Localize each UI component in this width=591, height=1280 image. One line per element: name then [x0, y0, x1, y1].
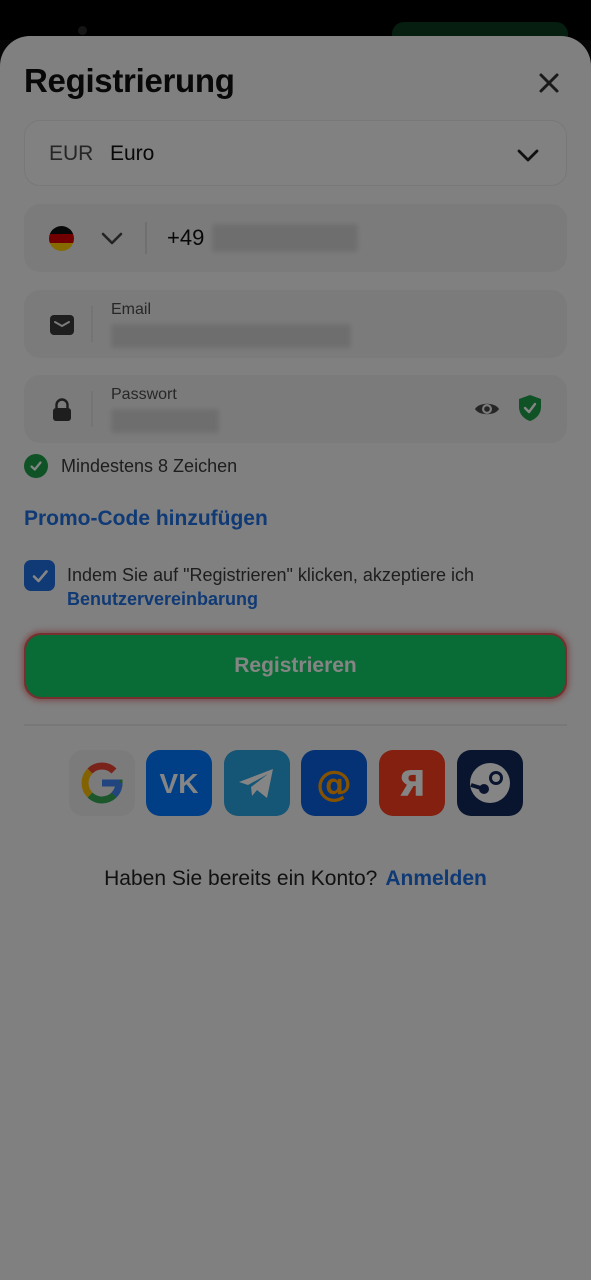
svg-text:Я: Я [398, 764, 426, 805]
register-button-label: Registrieren [234, 654, 357, 677]
terms-text: Indem Sie auf "Registrieren" klicken, ak… [67, 565, 474, 585]
close-icon [539, 73, 559, 93]
promo-code-link[interactable]: Promo-Code hinzufügen [24, 507, 268, 531]
country-chevron-down-icon[interactable] [98, 224, 126, 252]
login-prompt: Haben Sie bereits ein Konto? Anmelden [0, 867, 591, 891]
password-field[interactable]: Passwort [24, 375, 567, 443]
yandex-login-button[interactable]: Я [379, 750, 445, 816]
divider [91, 391, 93, 427]
steam-login-button[interactable] [457, 750, 523, 816]
google-login-button[interactable] [69, 750, 135, 816]
register-button[interactable]: Registrieren [24, 633, 567, 699]
mail-icon [50, 315, 74, 335]
yandex-icon: Я [398, 764, 426, 805]
divider [24, 724, 567, 726]
telegram-icon [239, 769, 273, 798]
login-question: Haben Sie bereits ein Konto? [104, 867, 378, 890]
lock-icon [53, 398, 71, 421]
password-input-value [111, 409, 219, 433]
hint-text: Mindestens 8 Zeichen [61, 455, 238, 476]
password-hint: Mindestens 8 Zeichen [24, 454, 237, 478]
email-label: Email [111, 301, 152, 318]
login-link[interactable]: Anmelden [385, 867, 487, 890]
terms-agreement: Indem Sie auf "Registrieren" klicken, ak… [24, 558, 567, 612]
status-bar [0, 0, 591, 62]
close-button[interactable] [530, 64, 568, 102]
eye-icon[interactable] [473, 395, 501, 423]
mail-ru-icon: @ [316, 764, 352, 805]
svg-text:@: @ [316, 764, 352, 805]
vk-icon: VK [160, 768, 199, 799]
user-agreement-link[interactable]: Benutzervereinbarung [67, 587, 258, 611]
page-title: Registrierung [24, 62, 235, 99]
registration-sheet: Registrierung EUR Euro +49 Email Passwor… [0, 36, 591, 1280]
email-field[interactable]: Email [24, 290, 567, 358]
telegram-login-button[interactable] [224, 750, 290, 816]
currency-select[interactable]: EUR Euro [24, 120, 567, 186]
steam-icon [470, 763, 510, 803]
terms-checkbox[interactable] [24, 560, 55, 591]
vk-login-button[interactable]: VK [146, 750, 212, 816]
phone-prefix: +49 [167, 225, 205, 250]
phone-number-input[interactable] [212, 224, 358, 252]
svg-text:VK: VK [160, 768, 199, 799]
camera-dot [78, 26, 87, 35]
google-icon [81, 762, 123, 804]
germany-flag-icon [49, 226, 74, 251]
mail-ru-login-button[interactable]: @ [301, 750, 367, 816]
phone-field: +49 [24, 204, 567, 272]
checkmark-icon [32, 569, 48, 582]
shield-check-icon [519, 395, 541, 421]
chevron-down-icon [517, 149, 539, 162]
check-circle-icon [24, 454, 48, 478]
password-label: Passwort [111, 386, 177, 403]
currency-code: EUR [49, 142, 94, 165]
social-login-row: VK @ Я [69, 750, 523, 816]
email-input-value [111, 324, 351, 348]
currency-name: Euro [110, 142, 155, 165]
divider [145, 222, 147, 254]
divider [91, 306, 93, 342]
